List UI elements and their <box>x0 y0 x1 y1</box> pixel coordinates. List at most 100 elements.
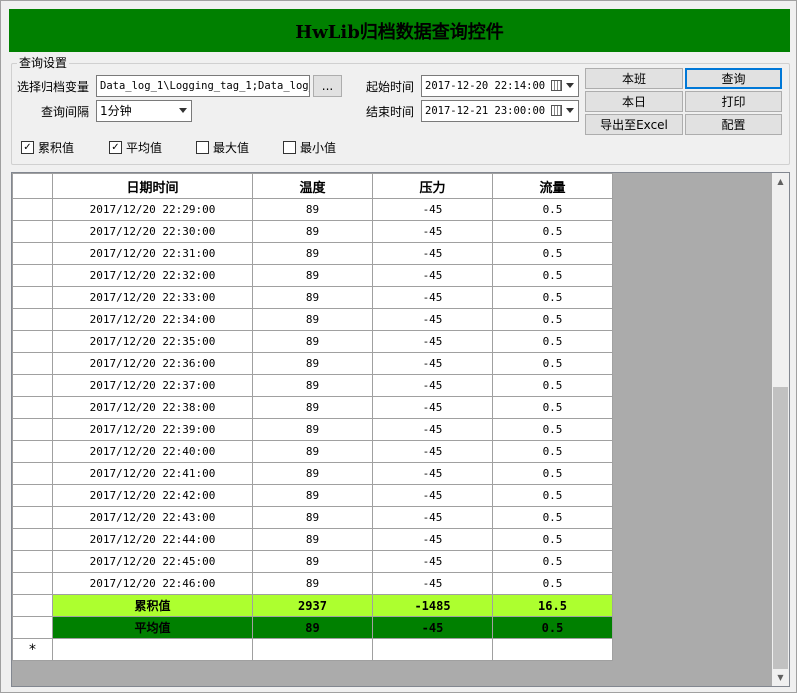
cell-datetime[interactable]: 2017/12/20 22:32:00 <box>52 264 253 287</box>
interval-select[interactable]: 1分钟 <box>96 100 192 122</box>
cell-flow[interactable]: 0.5 <box>492 550 613 573</box>
cell-pressure[interactable]: -45 <box>372 330 493 353</box>
checkbox-average[interactable]: ✓ 平均值 <box>109 139 162 156</box>
row-header[interactable] <box>12 616 53 639</box>
scrollbar-thumb[interactable] <box>773 387 788 669</box>
cell-temperature[interactable]: 89 <box>252 528 373 551</box>
cell-pressure[interactable]: -45 <box>372 396 493 419</box>
table-row[interactable]: 2017/12/20 22:44:00 89 -45 0.5 <box>12 528 613 551</box>
cell-flow[interactable]: 0.5 <box>492 198 613 221</box>
cell-pressure[interactable]: -45 <box>372 462 493 485</box>
cell-datetime[interactable]: 2017/12/20 22:45:00 <box>52 550 253 573</box>
cell-temperature[interactable]: 89 <box>252 440 373 463</box>
new-row[interactable]: * <box>12 638 613 661</box>
cell-flow[interactable] <box>492 638 613 661</box>
calendar-icon[interactable] <box>551 105 562 116</box>
print-button[interactable]: 打印 <box>685 91 782 112</box>
cell-flow[interactable]: 0.5 <box>492 462 613 485</box>
cell-flow[interactable]: 0.5 <box>492 484 613 507</box>
today-button[interactable]: 本日 <box>585 91 683 112</box>
cell-flow[interactable]: 16.5 <box>492 594 613 617</box>
cell-pressure[interactable]: -45 <box>372 220 493 243</box>
cell-datetime[interactable]: 2017/12/20 22:46:00 <box>52 572 253 595</box>
cell-temperature[interactable]: 89 <box>252 242 373 265</box>
checkbox-box[interactable] <box>196 141 209 154</box>
average-row[interactable]: 平均值 89 -45 0.5 <box>12 616 613 639</box>
table-row[interactable]: 2017/12/20 22:32:00 89 -45 0.5 <box>12 264 613 287</box>
table-row[interactable]: 2017/12/20 22:30:00 89 -45 0.5 <box>12 220 613 243</box>
table-row[interactable]: 2017/12/20 22:42:00 89 -45 0.5 <box>12 484 613 507</box>
row-header[interactable] <box>12 418 53 441</box>
checkbox-box[interactable]: ✓ <box>109 141 122 154</box>
table-row[interactable]: 2017/12/20 22:29:00 89 -45 0.5 <box>12 198 613 221</box>
cell-temperature[interactable]: 89 <box>252 550 373 573</box>
cell-pressure[interactable]: -45 <box>372 484 493 507</box>
cell-temperature[interactable]: 89 <box>252 484 373 507</box>
column-header-temperature[interactable]: 温度 <box>252 173 373 199</box>
checkbox-max[interactable]: 最大值 <box>196 139 249 156</box>
cell-temperature[interactable]: 89 <box>252 616 373 639</box>
row-header[interactable] <box>12 220 53 243</box>
cell-pressure[interactable]: -45 <box>372 198 493 221</box>
cell-pressure[interactable]: -45 <box>372 550 493 573</box>
cell-flow[interactable]: 0.5 <box>492 440 613 463</box>
cell-flow[interactable]: 0.5 <box>492 220 613 243</box>
cell-pressure[interactable]: -45 <box>372 528 493 551</box>
cell-datetime[interactable]: 2017/12/20 22:38:00 <box>52 396 253 419</box>
cell-datetime[interactable] <box>52 638 253 661</box>
row-header[interactable] <box>12 286 53 309</box>
cell-datetime[interactable]: 2017/12/20 22:37:00 <box>52 374 253 397</box>
cell-temperature[interactable]: 89 <box>252 462 373 485</box>
table-row[interactable]: 2017/12/20 22:43:00 89 -45 0.5 <box>12 506 613 529</box>
cell-pressure[interactable] <box>372 638 493 661</box>
table-row[interactable]: 2017/12/20 22:38:00 89 -45 0.5 <box>12 396 613 419</box>
row-header[interactable] <box>12 550 53 573</box>
cell-flow[interactable]: 0.5 <box>492 616 613 639</box>
cell-datetime[interactable]: 2017/12/20 22:36:00 <box>52 352 253 375</box>
cell-flow[interactable]: 0.5 <box>492 330 613 353</box>
cell-pressure[interactable]: -45 <box>372 308 493 331</box>
row-header[interactable] <box>12 484 53 507</box>
cell-pressure[interactable]: -45 <box>372 374 493 397</box>
cell-temperature[interactable]: 89 <box>252 572 373 595</box>
cell-temperature[interactable]: 89 <box>252 308 373 331</box>
checkbox-min[interactable]: 最小值 <box>283 139 336 156</box>
cell-datetime[interactable]: 2017/12/20 22:29:00 <box>52 198 253 221</box>
new-row-marker[interactable]: * <box>12 638 53 661</box>
cell-temperature[interactable]: 89 <box>252 286 373 309</box>
cell-pressure[interactable]: -1485 <box>372 594 493 617</box>
row-header-corner[interactable] <box>12 173 53 199</box>
row-header[interactable] <box>12 198 53 221</box>
cell-temperature[interactable]: 89 <box>252 374 373 397</box>
column-header-datetime[interactable]: 日期时间 <box>52 173 253 199</box>
data-grid[interactable]: 日期时间 温度 压力 流量 2017/12/20 22:29:00 89 -45 0.… <box>11 172 790 687</box>
row-header[interactable] <box>12 594 53 617</box>
cell-pressure[interactable]: -45 <box>372 286 493 309</box>
cell-flow[interactable]: 0.5 <box>492 374 613 397</box>
table-row[interactable]: 2017/12/20 22:45:00 89 -45 0.5 <box>12 550 613 573</box>
cell-pressure[interactable]: -45 <box>372 418 493 441</box>
cell-flow[interactable]: 0.5 <box>492 528 613 551</box>
scroll-down-icon[interactable]: ▼ <box>772 669 789 686</box>
cell-datetime[interactable]: 2017/12/20 22:31:00 <box>52 242 253 265</box>
row-header[interactable] <box>12 242 53 265</box>
end-time-picker[interactable]: 2017-12-21 23:00:00 <box>421 100 579 122</box>
export-excel-button[interactable]: 导出至Excel <box>585 114 683 135</box>
calendar-icon[interactable] <box>551 80 562 91</box>
sum-row[interactable]: 累积值 2937 -1485 16.5 <box>12 594 613 617</box>
checkbox-cumulative[interactable]: ✓ 累积值 <box>21 139 74 156</box>
cell-pressure[interactable]: -45 <box>372 352 493 375</box>
row-header[interactable] <box>12 572 53 595</box>
table-row[interactable]: 2017/12/20 22:31:00 89 -45 0.5 <box>12 242 613 265</box>
cell-datetime[interactable]: 累积值 <box>52 594 253 617</box>
row-header[interactable] <box>12 330 53 353</box>
cell-pressure[interactable]: -45 <box>372 506 493 529</box>
cell-datetime[interactable]: 2017/12/20 22:41:00 <box>52 462 253 485</box>
cell-flow[interactable]: 0.5 <box>492 308 613 331</box>
table-row[interactable]: 2017/12/20 22:36:00 89 -45 0.5 <box>12 352 613 375</box>
table-row[interactable]: 2017/12/20 22:33:00 89 -45 0.5 <box>12 286 613 309</box>
table-row[interactable]: 2017/12/20 22:39:00 89 -45 0.5 <box>12 418 613 441</box>
scroll-up-icon[interactable]: ▲ <box>772 173 789 190</box>
cell-pressure[interactable]: -45 <box>372 242 493 265</box>
cell-pressure[interactable]: -45 <box>372 572 493 595</box>
